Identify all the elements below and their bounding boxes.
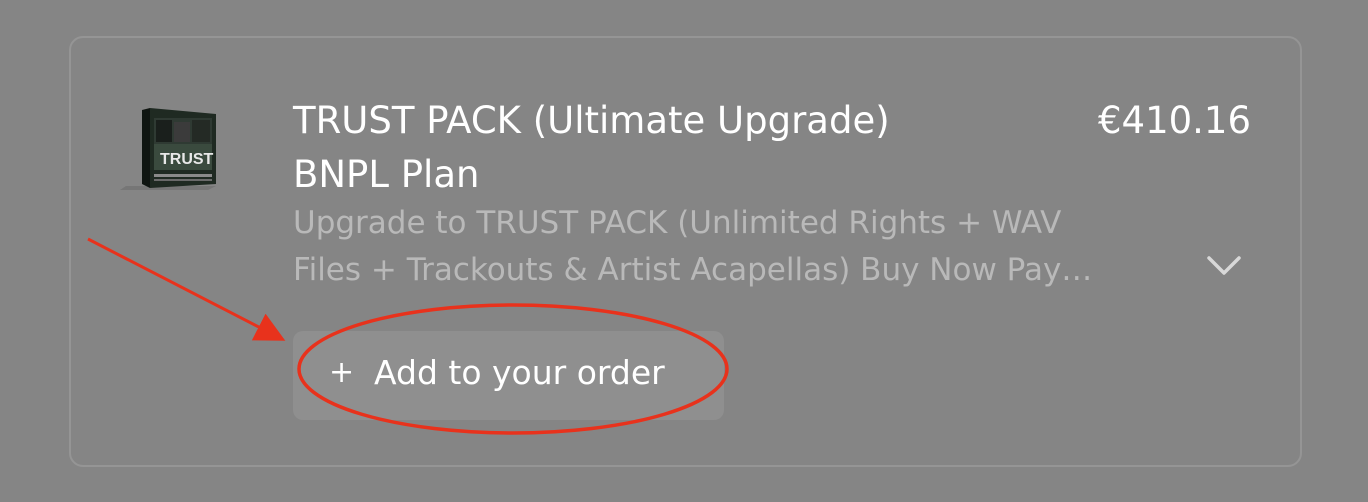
add-to-order-button[interactable]: + Add to your order: [293, 331, 724, 420]
product-description: Upgrade to TRUST PACK (Unlimited Rights …: [293, 200, 1198, 294]
product-thumbnail: TRUST: [120, 108, 216, 190]
add-to-order-label: Add to your order: [374, 353, 665, 392]
thumbnail-text: TRUST: [160, 151, 214, 168]
plus-icon: +: [329, 355, 355, 390]
product-title: TRUST PACK (Ultimate Upgrade) BNPL Plan: [293, 94, 993, 202]
product-title-line1: TRUST PACK (Ultimate Upgrade): [293, 99, 890, 142]
product-title-line2: BNPL Plan: [293, 153, 480, 196]
product-description-line1: Upgrade to TRUST PACK (Unlimited Rights …: [293, 205, 1062, 241]
product-price: €410.16: [1097, 99, 1251, 142]
product-description-line2: Files + Trackouts & Artist Acapellas) Bu…: [293, 252, 1093, 288]
chevron-down-icon[interactable]: [1205, 252, 1243, 280]
